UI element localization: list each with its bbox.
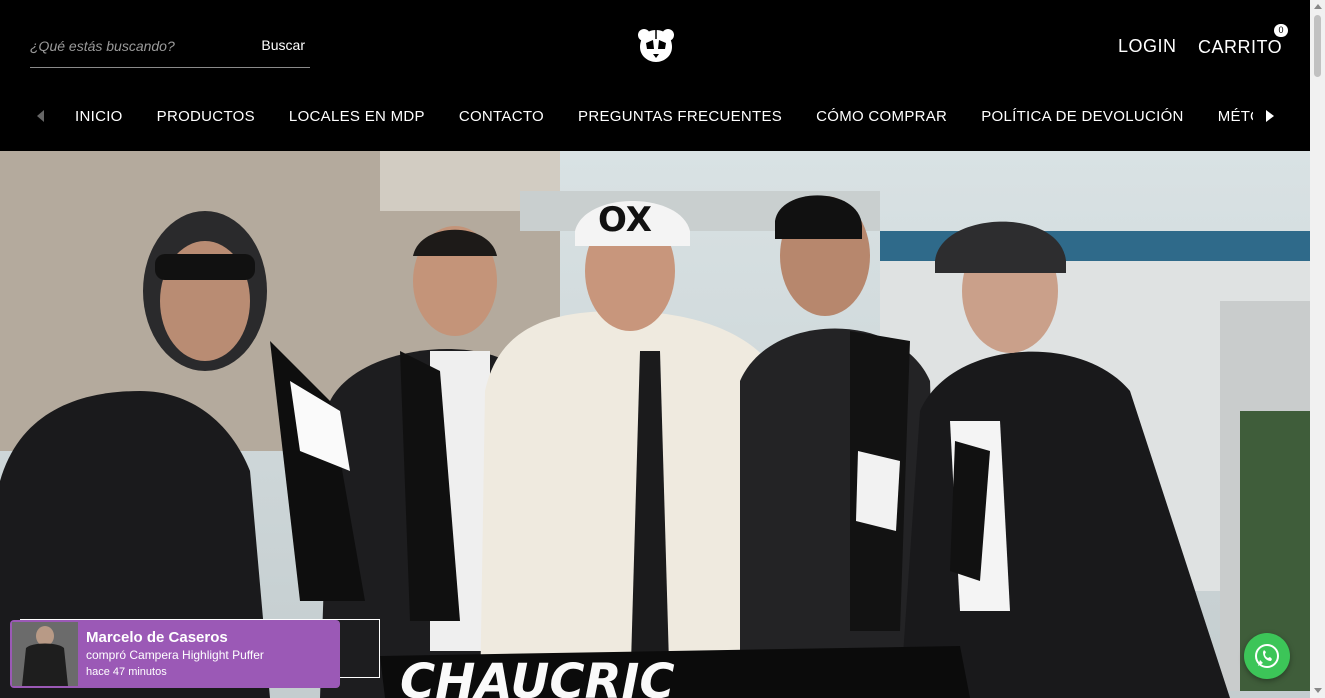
nav-item-metodos-envio[interactable]: MÉTODOS DE ENVÍO — [1218, 108, 1253, 125]
login-link[interactable]: LOGIN — [1118, 36, 1177, 57]
notification-message: compró Campera Highlight Puffer — [86, 648, 264, 662]
nav-item-productos[interactable]: PRODUCTOS — [157, 108, 255, 125]
search-bar: Buscar — [30, 28, 310, 68]
page: Buscar LOGIN CARRITO 0 INICIO PRODUCTOS LO… — [0, 0, 1310, 698]
cart-link[interactable]: CARRITO — [1198, 37, 1282, 58]
search-input[interactable] — [30, 34, 240, 58]
site-header: Buscar LOGIN CARRITO 0 INICIO PRODUCTOS LO… — [0, 0, 1310, 151]
whatsapp-icon[interactable] — [1244, 633, 1290, 679]
product-thumbnail — [12, 622, 78, 686]
svg-text:OX: OX — [598, 200, 652, 240]
scroll-down-icon[interactable] — [1314, 688, 1322, 693]
page-scrollbar[interactable] — [1310, 0, 1325, 698]
search-button[interactable]: Buscar — [261, 37, 305, 53]
hero-banner-image[interactable]: OX CHAUCRIC — [0, 151, 1310, 698]
nav-items: INICIO PRODUCTOS LOCALES EN MDP CONTACTO PRE… — [58, 96, 1253, 138]
nav-item-devolucion[interactable]: POLÍTICA DE DEVOLUCIÓN — [981, 108, 1183, 125]
chevron-left-icon[interactable] — [33, 108, 49, 124]
nav-item-inicio[interactable]: INICIO — [75, 108, 123, 125]
nav-item-locales[interactable]: LOCALES EN MDP — [289, 108, 425, 125]
nav-item-como-comprar[interactable]: CÓMO COMPRAR — [816, 108, 947, 125]
notification-time: hace 47 minutos — [86, 666, 167, 678]
chevron-right-icon[interactable] — [1262, 108, 1278, 124]
purchase-notification[interactable]: Marcelo de Caseros compró Campera Highli… — [10, 620, 340, 688]
panda-logo-icon[interactable] — [637, 27, 675, 63]
nav-item-contacto[interactable]: CONTACTO — [459, 108, 544, 125]
cart-count-badge: 0 — [1274, 24, 1288, 37]
svg-text:CHAUCRIC: CHAUCRIC — [400, 654, 675, 698]
main-nav: INICIO PRODUCTOS LOCALES EN MDP CONTACTO PRE… — [0, 96, 1310, 138]
nav-item-preguntas[interactable]: PREGUNTAS FRECUENTES — [578, 108, 782, 125]
notification-name: Marcelo de Caseros — [86, 629, 228, 646]
scroll-thumb[interactable] — [1314, 15, 1321, 77]
scroll-up-icon[interactable] — [1314, 4, 1322, 9]
